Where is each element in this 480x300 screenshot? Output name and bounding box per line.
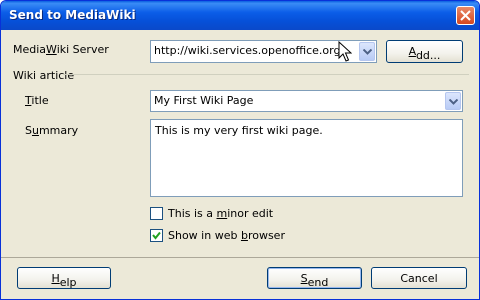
- title-value: My First Wiki Page: [154, 94, 254, 107]
- chevron-down-icon: [449, 99, 458, 105]
- summary-text: This is my very first wiki page.: [155, 124, 323, 137]
- send-button[interactable]: Send: [267, 267, 362, 289]
- title-combobox[interactable]: My First Wiki Page: [150, 90, 463, 112]
- mouse-cursor-icon: [338, 41, 352, 62]
- send-to-mediawiki-dialog: Send to MediaWiki MediaWiki Server http:…: [0, 0, 480, 300]
- cancel-button[interactable]: Cancel: [371, 267, 467, 289]
- server-label: MediaWiki Server: [13, 43, 109, 56]
- help-button[interactable]: Help: [17, 267, 111, 289]
- close-button[interactable]: [456, 6, 475, 25]
- server-value: http://wiki.services.openoffice.org/w/: [154, 44, 344, 57]
- summary-label: Summary: [25, 124, 79, 137]
- title-bar[interactable]: Send to MediaWiki: [1, 1, 479, 30]
- show-in-browser-checkbox[interactable]: [150, 229, 163, 242]
- title-label: Title: [25, 94, 49, 107]
- checkmark-icon: [152, 231, 161, 240]
- server-dropdown-button[interactable]: [359, 42, 375, 61]
- minor-edit-label[interactable]: This is a minor edit: [168, 207, 273, 220]
- summary-textarea[interactable]: This is my very first wiki page.: [150, 119, 463, 197]
- window-title: Send to MediaWiki: [9, 8, 136, 22]
- wiki-article-group-label: Wiki article: [13, 69, 75, 82]
- chevron-down-icon: [363, 49, 372, 55]
- close-icon: [460, 10, 471, 21]
- title-dropdown-button[interactable]: [445, 92, 461, 110]
- show-in-browser-label[interactable]: Show in web browser: [168, 229, 285, 242]
- minor-edit-checkbox[interactable]: [150, 207, 163, 220]
- add-server-button[interactable]: Add...: [386, 40, 463, 63]
- group-separator: [63, 74, 469, 75]
